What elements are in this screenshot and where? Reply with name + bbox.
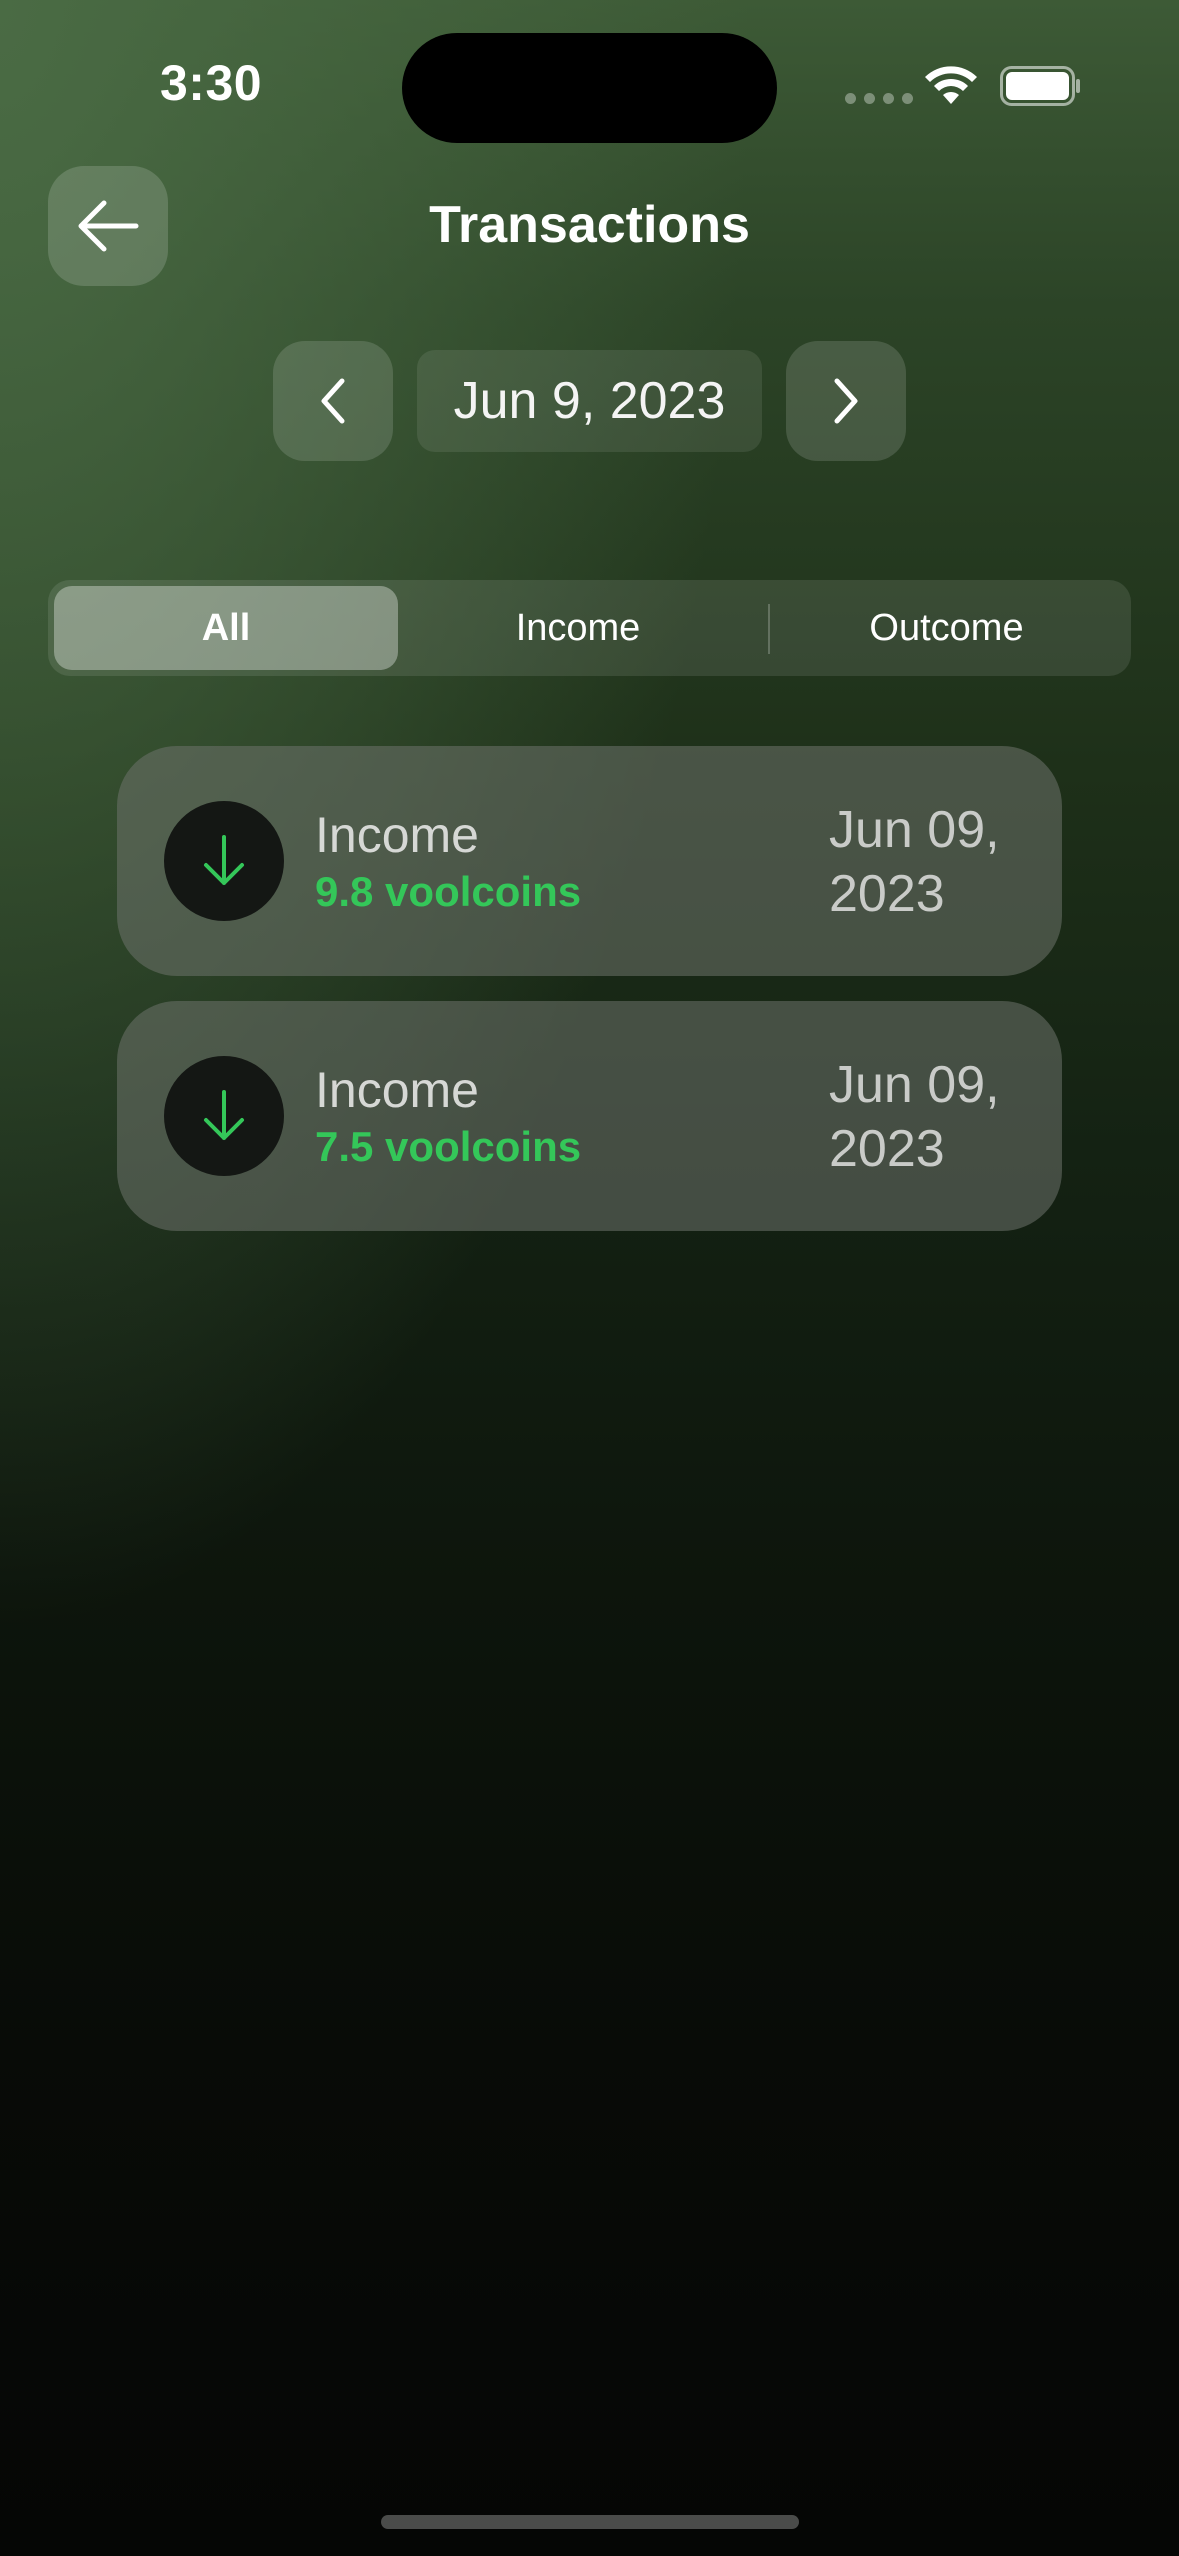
transaction-date-line: Jun 09,: [829, 1056, 1000, 1114]
filter-all[interactable]: All: [54, 586, 398, 670]
home-indicator[interactable]: [381, 2515, 799, 2529]
page-title: Transactions: [429, 196, 750, 254]
transaction-amount: 9.8 voolcoins: [315, 868, 582, 915]
next-date-button[interactable]: [786, 341, 906, 461]
transaction-date-year: 2023: [829, 865, 945, 923]
chevron-left-icon: [321, 378, 345, 424]
wifi-icon: [925, 66, 977, 104]
transaction-date: Jun 09, 2023: [829, 798, 1019, 926]
transaction-type: Income: [315, 1062, 479, 1118]
battery-icon: [1000, 66, 1080, 106]
previous-date-button[interactable]: [273, 341, 393, 461]
transaction-date: Jun 09, 2023: [829, 1053, 1019, 1181]
transaction-amount: 7.5 voolcoins: [315, 1123, 582, 1170]
transaction-card[interactable]: Income 7.5 voolcoins Jun 09, 2023: [117, 1001, 1062, 1231]
transaction-type: Income: [315, 807, 479, 863]
cellular-signal-icon: [845, 93, 913, 104]
income-arrow-icon: [164, 801, 284, 921]
transaction-date-year: 2023: [829, 1120, 945, 1178]
filter-outcome[interactable]: Outcome: [768, 586, 1125, 670]
filter-income[interactable]: Income: [398, 586, 758, 670]
chevron-right-icon: [834, 378, 858, 424]
transaction-card[interactable]: Income 9.8 voolcoins Jun 09, 2023: [117, 746, 1062, 976]
current-date[interactable]: Jun 9, 2023: [417, 350, 762, 452]
transaction-date-line: Jun 09,: [829, 801, 1000, 859]
transaction-filter: All Income Outcome: [48, 580, 1131, 676]
income-arrow-icon: [164, 1056, 284, 1176]
dynamic-island: [402, 33, 777, 143]
status-time: 3:30: [160, 55, 263, 111]
